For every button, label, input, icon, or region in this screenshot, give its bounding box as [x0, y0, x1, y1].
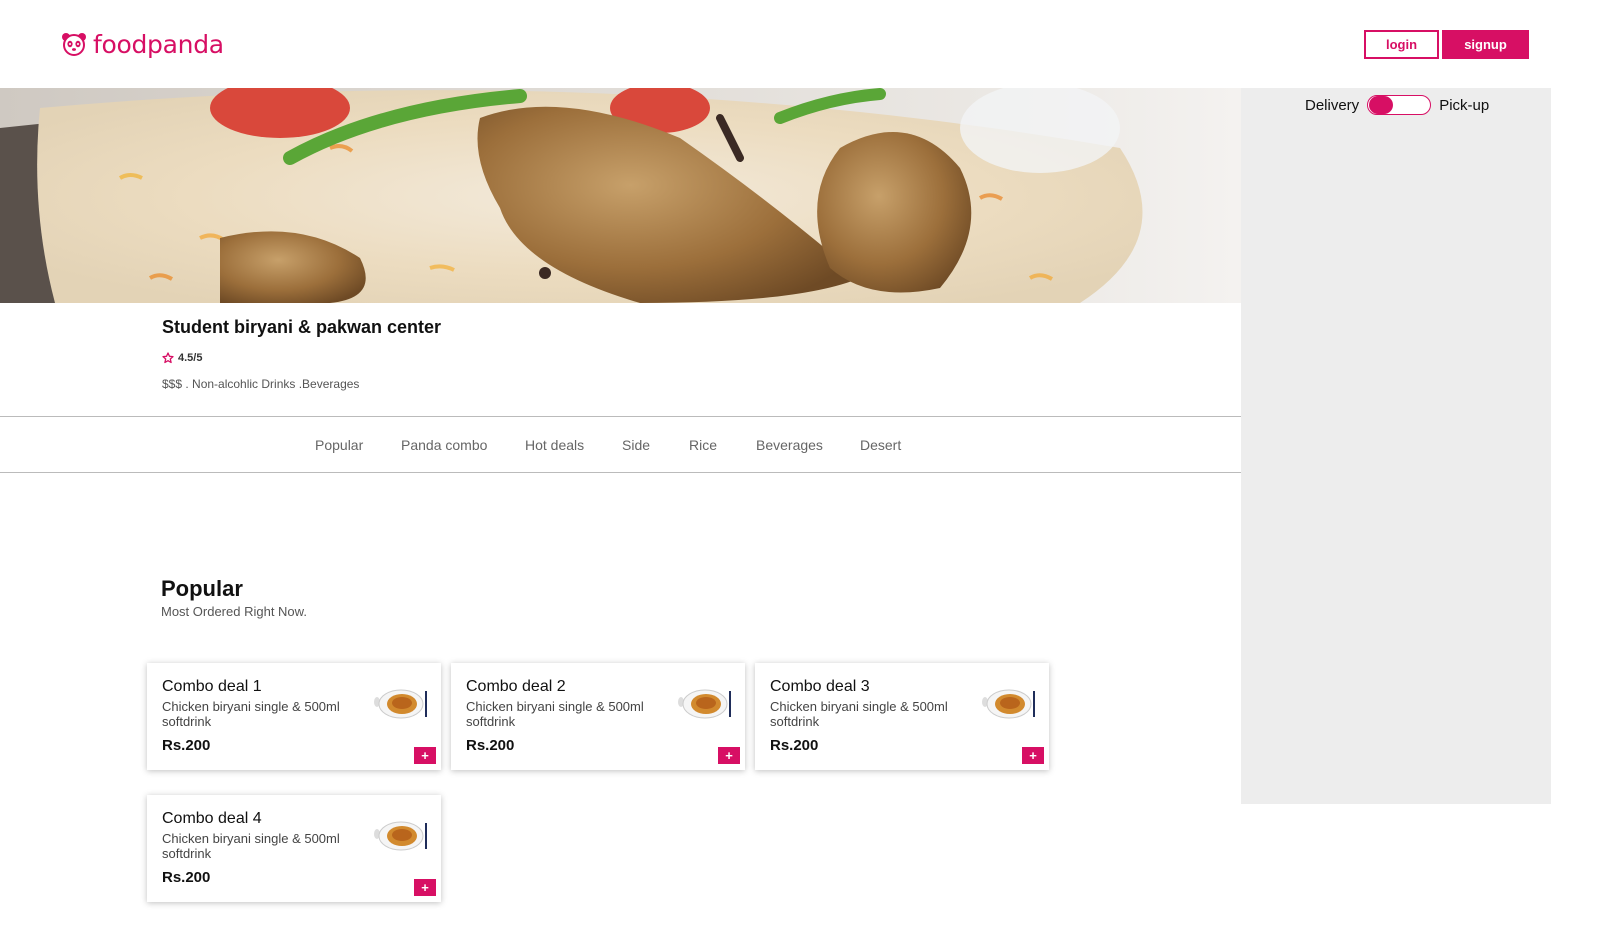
item-description: Chicken biryani single & 500ml softdrink: [770, 699, 948, 729]
biryani-plate-thumbnail: [374, 821, 427, 851]
delivery-pickup-toggle[interactable]: [1367, 95, 1432, 115]
category-tab-beverages[interactable]: Beverages: [756, 437, 823, 453]
biryani-plate-thumbnail: [678, 689, 731, 719]
item-price: Rs.200: [162, 737, 211, 754]
restaurant-tags: $$$ . Non-alcohlic Drinks .Beverages: [162, 377, 360, 391]
item-title: Combo deal 3: [770, 678, 870, 695]
restaurant-name: Student biryani & pakwan center: [162, 317, 442, 337]
pickup-label: Pick-up: [1439, 96, 1490, 114]
item-price: Rs.200: [770, 737, 819, 754]
item-description: Chicken biryani single & 500ml softdrink: [162, 831, 340, 861]
category-tab-panda-combo[interactable]: Panda combo: [401, 437, 487, 453]
add-to-cart-button[interactable]: +: [414, 879, 436, 896]
item-description: Chicken biryani single & 500ml softdrink: [162, 699, 340, 729]
login-button[interactable]: login: [1364, 30, 1439, 59]
item-title: Combo deal 2: [466, 678, 566, 695]
item-title: Combo deal 4: [162, 810, 262, 827]
add-to-cart-button[interactable]: +: [1022, 747, 1044, 764]
brand-name: foodpanda: [93, 29, 224, 59]
category-tab-hot-deals[interactable]: Hot deals: [525, 437, 584, 453]
biryani-plate-thumbnail: [982, 689, 1035, 719]
biryani-plate-thumbnail: [374, 689, 427, 719]
menu-item-card[interactable]: Combo deal 3 Chicken biryani single & 50…: [755, 663, 1049, 770]
add-to-cart-button[interactable]: +: [414, 747, 436, 764]
menu-item-card[interactable]: Combo deal 1 Chicken biryani single & 50…: [147, 663, 441, 770]
toggle-knob: [1369, 96, 1394, 114]
biryani-photo: [0, 88, 1241, 303]
add-to-cart-button[interactable]: +: [718, 747, 740, 764]
brand-logo[interactable]: foodpanda: [61, 28, 224, 60]
restaurant-hero-image: [0, 88, 1241, 303]
cart-side-panel: Delivery Pick-up: [1241, 88, 1551, 804]
item-title: Combo deal 1: [162, 678, 262, 695]
rating-value: 4.5/5: [178, 352, 203, 364]
menu-item-card[interactable]: Combo deal 2 Chicken biryani single & 50…: [451, 663, 745, 770]
category-tab-popular[interactable]: Popular: [315, 437, 363, 453]
category-tab-side[interactable]: Side: [622, 437, 650, 453]
category-tab-desert[interactable]: Desert: [860, 437, 901, 453]
delivery-pickup-switch: Delivery Pick-up: [1305, 95, 1489, 115]
star-icon: [162, 352, 174, 364]
menu-item-card[interactable]: Combo deal 4 Chicken biryani single & 50…: [147, 795, 441, 902]
delivery-label: Delivery: [1305, 96, 1360, 114]
signup-button[interactable]: signup: [1442, 30, 1529, 59]
item-description: Chicken biryani single & 500ml softdrink: [466, 699, 644, 729]
restaurant-rating: 4.5/5: [162, 352, 202, 364]
panda-icon: [62, 33, 86, 56]
section-subtitle: Most Ordered Right Now.: [161, 604, 307, 619]
section-title: Popular: [161, 576, 243, 601]
category-tab-rice[interactable]: Rice: [689, 437, 717, 453]
top-header: foodpanda login signup: [0, 0, 1600, 88]
item-price: Rs.200: [466, 737, 515, 754]
item-price: Rs.200: [162, 869, 211, 886]
category-nav: Popular Panda combo Hot deals Side Rice …: [0, 416, 1241, 473]
